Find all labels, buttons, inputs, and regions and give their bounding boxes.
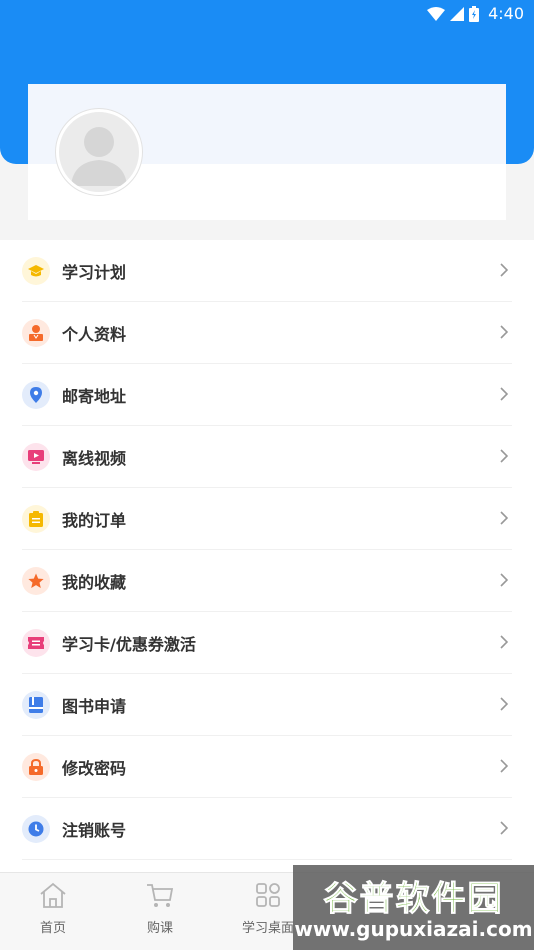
tab-buy-course[interactable]: 购课	[120, 881, 200, 936]
chevron-right-icon	[500, 387, 508, 401]
chevron-right-icon	[500, 697, 508, 711]
chevron-right-icon	[500, 821, 508, 835]
menu-item-label: 个人资料	[62, 324, 127, 344]
menu-item-label: 学习计划	[62, 262, 127, 282]
status-icons: 4:40	[427, 4, 524, 23]
watermark-title: 谷普软件园	[323, 879, 504, 920]
tab-label: 首页	[39, 921, 66, 936]
ticket-icon	[22, 628, 50, 657]
clock-icon	[22, 814, 50, 843]
watermark: 谷普软件园 www.gupuxiazai.com	[293, 865, 534, 950]
chevron-right-icon	[500, 325, 508, 339]
battery-icon	[469, 5, 480, 22]
star-icon	[22, 566, 50, 595]
menu-item-label: 邮寄地址	[62, 386, 127, 406]
avatar[interactable]	[56, 109, 142, 195]
person-icon	[22, 318, 50, 347]
cart-icon	[147, 884, 174, 907]
video-icon	[22, 442, 50, 471]
clipboard-icon	[22, 504, 50, 533]
menu-list: 学习计划 个人资料 邮寄地址 离线视频 我的订单 我的收藏 学习卡/优惠券激活 …	[0, 240, 534, 872]
menu-item-label: 图书申请	[62, 696, 127, 716]
chevron-right-icon	[500, 635, 508, 649]
chevron-right-icon	[500, 759, 508, 773]
menu-item-favorites[interactable]: 我的收藏	[22, 550, 512, 612]
status-bar: 4:40	[0, 0, 534, 28]
status-time: 4:40	[488, 4, 524, 23]
default-avatar-icon	[71, 127, 127, 186]
wifi-icon	[427, 6, 446, 21]
menu-item-study-plan[interactable]: 学习计划	[22, 240, 512, 302]
menu-item-label: 我的订单	[62, 510, 127, 530]
menu-item-label: 注销账号	[62, 820, 127, 840]
location-pin-icon	[22, 380, 50, 409]
menu-item-mailing-address[interactable]: 邮寄地址	[22, 364, 512, 426]
chevron-right-icon	[500, 263, 508, 277]
menu-item-profile[interactable]: 个人资料	[22, 302, 512, 364]
tab-label: 购课	[146, 921, 173, 936]
menu-item-book-request[interactable]: 图书申请	[22, 674, 512, 736]
menu-item-label: 修改密码	[62, 758, 127, 778]
menu-item-offline-video[interactable]: 离线视频	[22, 426, 512, 488]
chevron-right-icon	[500, 573, 508, 587]
menu-item-label: 学习卡/优惠券激活	[62, 634, 196, 654]
menu-item-change-password[interactable]: 修改密码	[22, 736, 512, 798]
tab-home[interactable]: 首页	[13, 881, 93, 936]
menu-item-delete-account[interactable]: 注销账号	[22, 798, 512, 860]
chevron-right-icon	[500, 449, 508, 463]
graduation-cap-icon	[22, 256, 50, 285]
signal-icon	[450, 6, 465, 21]
watermark-url: www.gupuxiazai.com	[294, 917, 533, 941]
menu-item-card-activation[interactable]: 学习卡/优惠券激活	[22, 612, 512, 674]
lock-icon	[22, 752, 50, 781]
chevron-right-icon	[500, 511, 508, 525]
grid-icon	[256, 883, 280, 907]
book-icon	[22, 690, 50, 719]
home-icon	[40, 882, 66, 908]
menu-item-my-orders[interactable]: 我的订单	[22, 488, 512, 550]
menu-item-label: 我的收藏	[62, 572, 127, 592]
menu-item-label: 离线视频	[62, 448, 127, 468]
